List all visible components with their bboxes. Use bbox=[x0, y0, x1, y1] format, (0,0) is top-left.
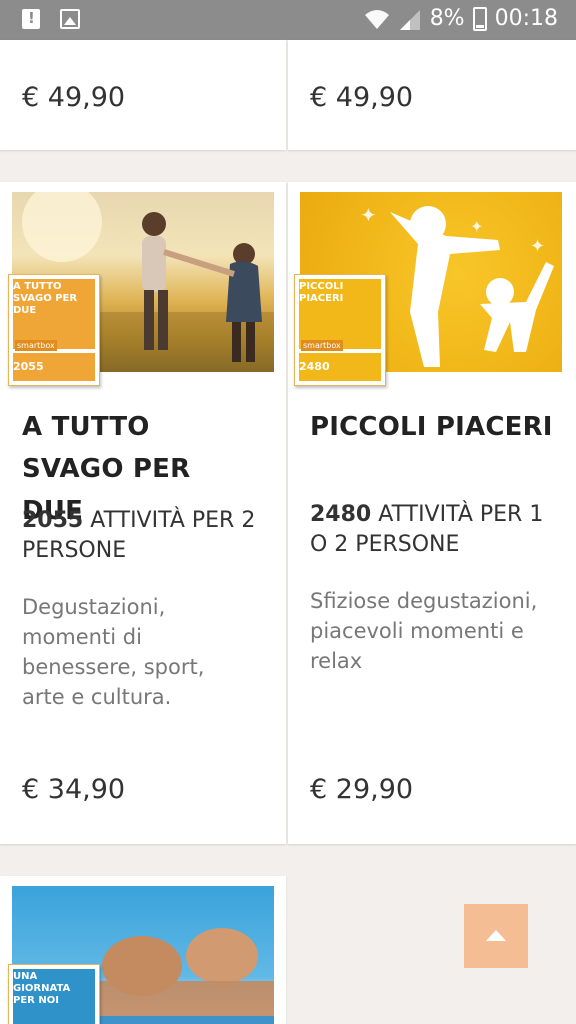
product-card-a-tutto-svago[interactable]: A TUTTO SVAGO PER DUE smartbox 2055 A TU… bbox=[0, 182, 286, 844]
gift-box-image: A TUTTO SVAGO PER DUE smartbox 2055 bbox=[8, 274, 100, 386]
product-price: € 29,90 bbox=[310, 774, 414, 805]
gift-box-image: PICCOLI PIACERI smartbox 2480 bbox=[294, 274, 386, 386]
gift-box-label: A TUTTO SVAGO PER DUE bbox=[13, 281, 78, 316]
gift-box-label: UNA GIORNATA PER NOI bbox=[13, 971, 71, 1006]
product-activity-count: 2055 ATTIVITÀ PER 2 PERSONE bbox=[22, 506, 272, 566]
product-description: Degustazioni, momenti di benessere, spor… bbox=[22, 595, 205, 709]
smartbox-logo: smartbox bbox=[15, 340, 57, 351]
gift-box-count: 2480 bbox=[299, 360, 330, 373]
clock: 00:18 bbox=[494, 6, 558, 31]
image-icon bbox=[60, 9, 80, 29]
gift-box-image: UNA GIORNATA PER NOI bbox=[8, 964, 100, 1024]
activity-count-number: 2055 bbox=[22, 508, 84, 533]
product-title[interactable]: PICCOLI PIACERI bbox=[310, 406, 562, 448]
battery-percent: 8% bbox=[429, 6, 465, 31]
product-activity-count: 2480 ATTIVITÀ PER 1 O 2 PERSONE bbox=[310, 500, 562, 560]
gift-box-label: PICCOLI PIACERI bbox=[299, 281, 344, 304]
status-bar: 8% 00:18 bbox=[0, 0, 576, 40]
product-card-piccoli-piaceri[interactable]: ✦ ✦ ✦ ✦ ✦ PICCOLI PIACERI smartbox 2480 … bbox=[288, 182, 576, 844]
product-card-una-giornata[interactable]: UNA GIORNATA PER NOI bbox=[0, 876, 286, 1024]
gift-box-count: 2055 bbox=[13, 360, 44, 373]
smartbox-logo: smartbox bbox=[301, 340, 343, 351]
svg-text:✦: ✦ bbox=[470, 217, 483, 236]
product-price: € 34,90 bbox=[22, 774, 126, 805]
product-price: € 49,90 bbox=[310, 82, 414, 113]
signal-icon bbox=[399, 9, 420, 30]
product-card-top-left[interactable]: € 49,90 bbox=[0, 40, 286, 150]
battery-icon bbox=[472, 6, 487, 31]
product-card-top-right[interactable]: € 49,90 bbox=[288, 40, 576, 150]
activity-count-number: 2480 bbox=[310, 502, 372, 527]
wifi-icon bbox=[364, 9, 389, 29]
product-price: € 49,90 bbox=[22, 82, 126, 113]
alert-icon bbox=[22, 9, 40, 29]
svg-text:✦: ✦ bbox=[530, 236, 545, 257]
scroll-to-top-button[interactable] bbox=[464, 904, 528, 968]
svg-text:✦: ✦ bbox=[360, 203, 377, 227]
product-description: Sfiziose degustazioni, piacevoli momenti… bbox=[310, 589, 538, 673]
